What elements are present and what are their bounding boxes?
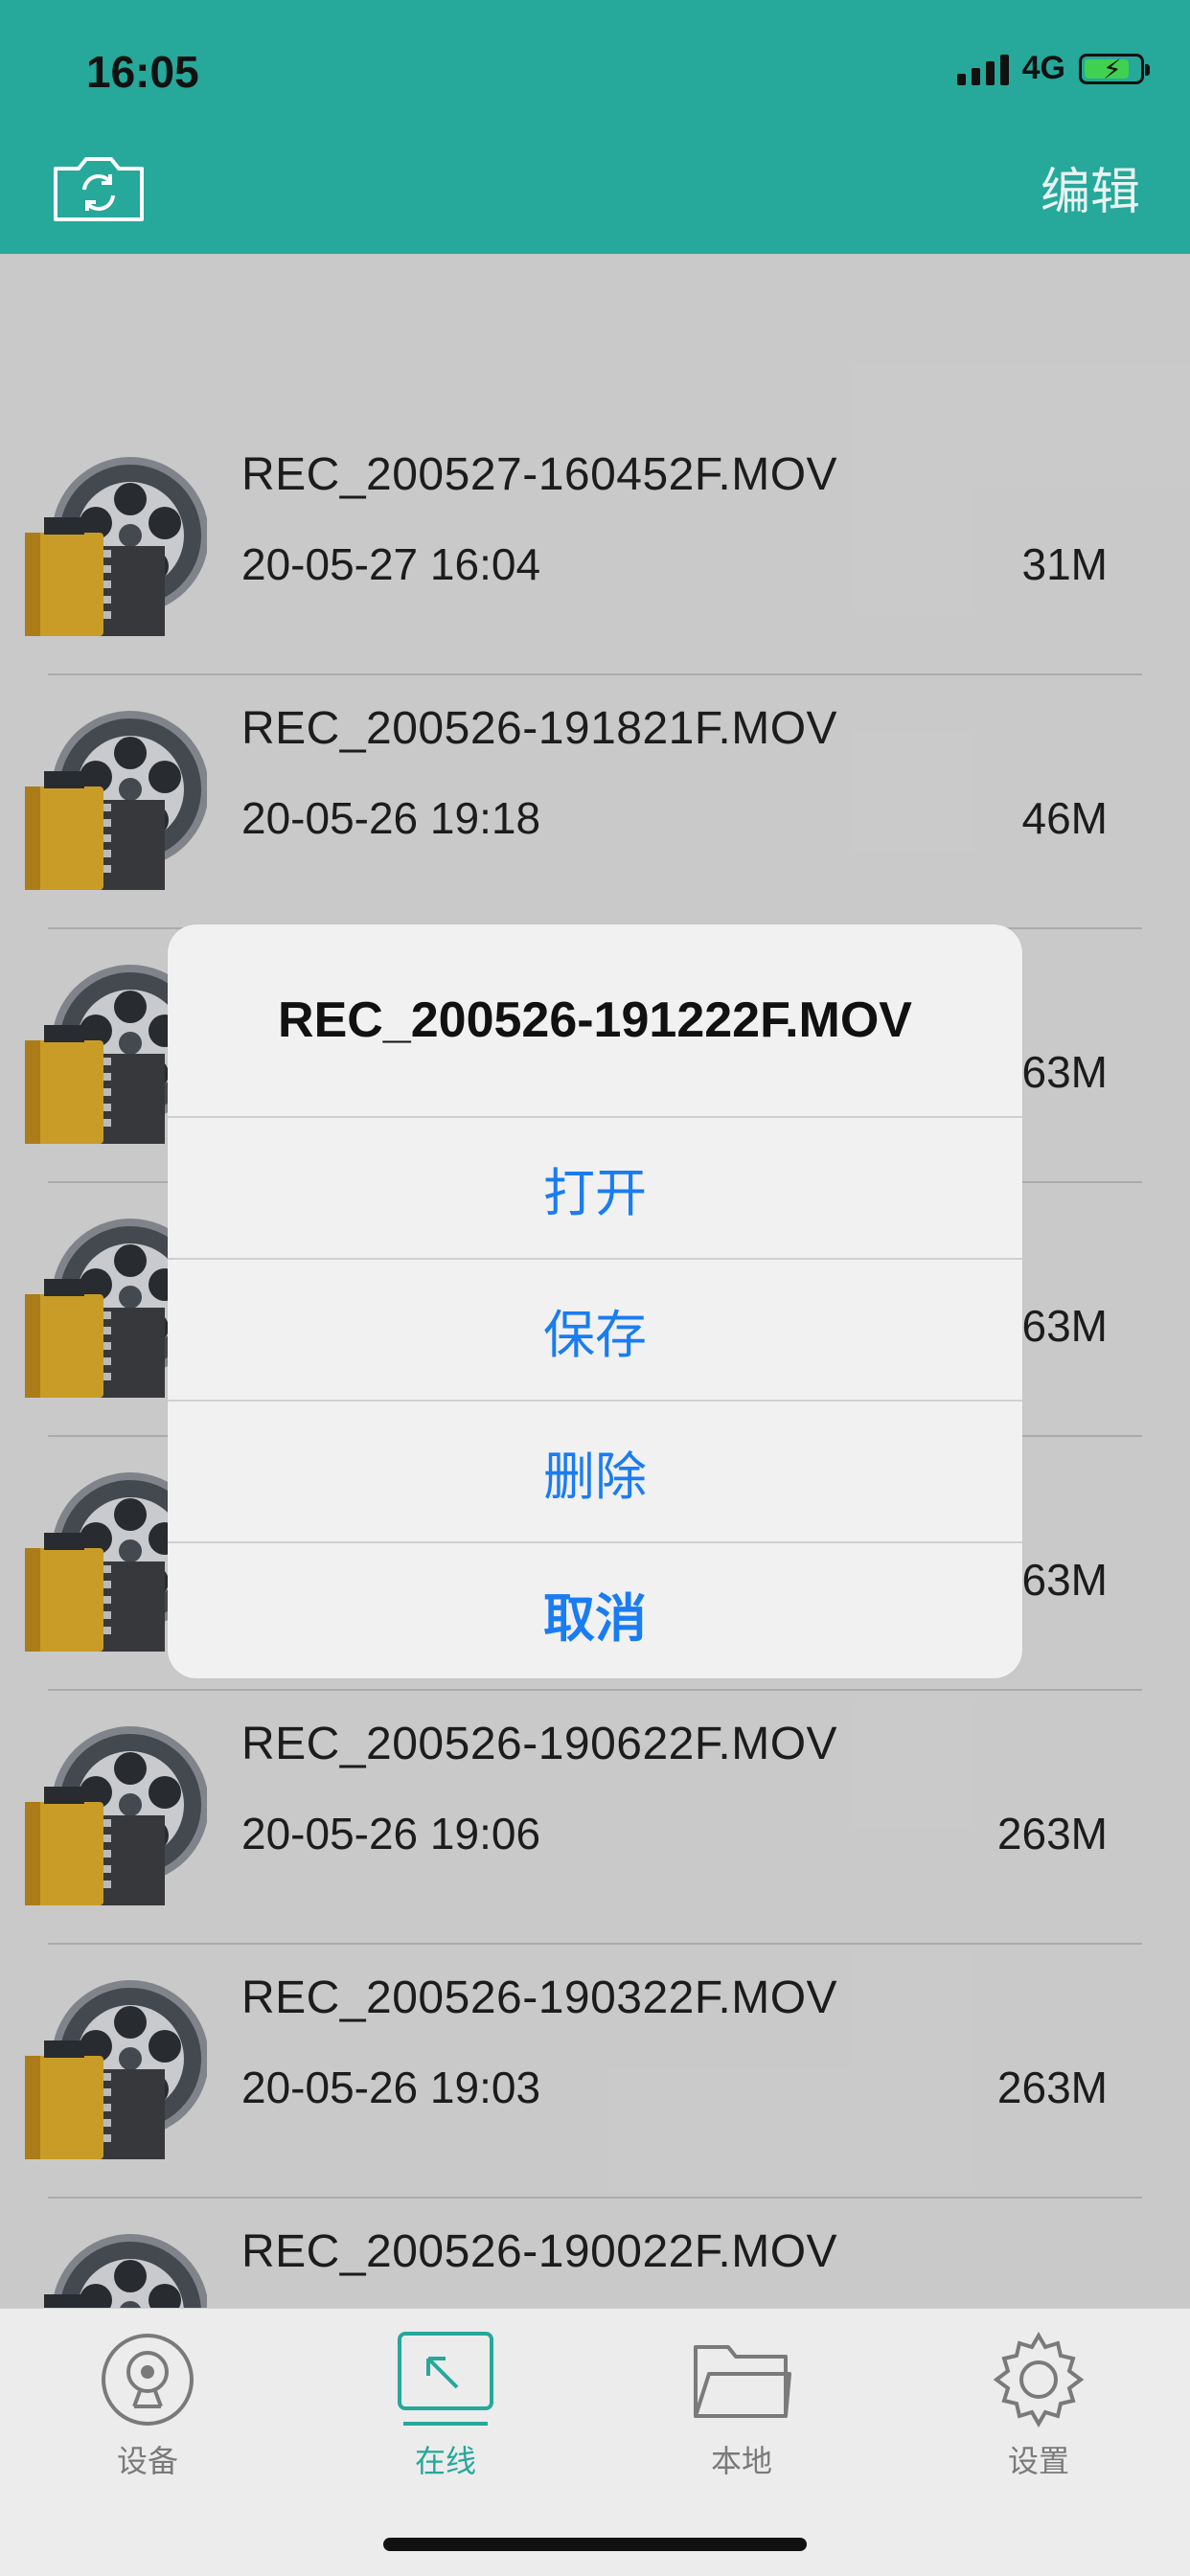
- tab-devices[interactable]: 设备: [61, 2330, 234, 2483]
- open-button[interactable]: 打开: [168, 1116, 1022, 1258]
- tab-label: 设置: [1007, 2444, 1069, 2478]
- tab-label: 本地: [710, 2444, 772, 2478]
- status-indicators: 4G ⚡: [956, 50, 1150, 87]
- action-sheet-title: REC_200526-191222F.MOV: [278, 992, 912, 1048]
- camera-switch-icon[interactable]: [50, 153, 148, 225]
- network-type: 4G: [1021, 50, 1065, 86]
- delete-button[interactable]: 删除: [168, 1400, 1022, 1541]
- status-time: 16:05: [86, 47, 199, 97]
- edit-button[interactable]: 编辑: [1041, 151, 1140, 223]
- cancel-button[interactable]: 取消: [168, 1541, 1022, 1678]
- signal-icon: [956, 53, 1009, 85]
- tab-settings[interactable]: 设置: [952, 2330, 1125, 2483]
- tab-label: 设备: [116, 2444, 178, 2478]
- tab-online[interactable]: 在线: [359, 2330, 532, 2483]
- gear-icon: [993, 2332, 1085, 2428]
- folder-icon: [694, 2345, 791, 2418]
- top-header: 16:05 4G ⚡ 编辑: [0, 0, 1190, 254]
- webcam-icon: [102, 2334, 194, 2426]
- save-button[interactable]: 保存: [168, 1258, 1022, 1400]
- arrow-up-left-icon: [398, 2332, 493, 2426]
- home-indicator[interactable]: [383, 2538, 807, 2551]
- tab-bar: 设备 在线 本地 设置: [0, 2308, 1190, 2576]
- tab-local[interactable]: 本地: [655, 2330, 828, 2483]
- tab-label: 在线: [414, 2444, 476, 2478]
- action-sheet: REC_200526-191222F.MOV 打开 保存 删除 取消: [168, 924, 1022, 1678]
- battery-icon: ⚡: [1079, 53, 1150, 84]
